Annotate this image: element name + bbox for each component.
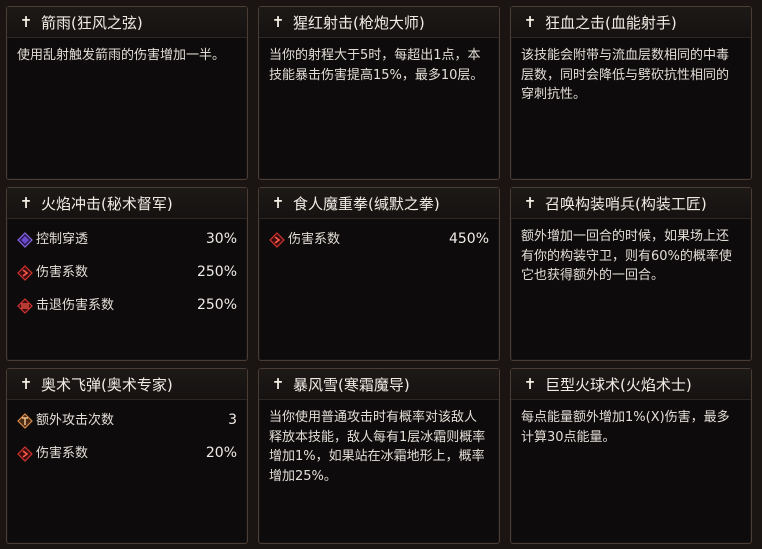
talent-card-giant-fireball[interactable]: ✝ 巨型火球术(火焰术士) 每点能量额外增加1%(X)伤害，最多计算30点能量。 — [510, 368, 752, 544]
talent-card-summon-construct-sentry[interactable]: ✝ 召唤构装哨兵(构装工匠) 额外增加一回合的时候，如果场上还有你的构装守卫，则有… — [510, 187, 752, 361]
stat-value: 250% — [196, 264, 237, 281]
card-title: 食人魔重拳(缄默之拳) — [293, 194, 440, 213]
cross-icon: ✝ — [271, 375, 285, 393]
stat-label: 击退伤害系数 — [36, 298, 115, 314]
talent-card-arrow-rain[interactable]: ✝ 箭雨(狂风之弦) 使用乱射触发箭雨的伤害增加一半。 — [6, 6, 248, 180]
cross-icon: ✝ — [523, 13, 537, 31]
stat-row: 伤害系数 450% — [269, 229, 489, 251]
cross-icon: ✝ — [523, 194, 537, 212]
cross-icon: ✝ — [523, 375, 537, 393]
cross-icon: ✝ — [19, 13, 33, 31]
card-header: ✝ 暴风雪(寒霜魔导) — [259, 369, 499, 400]
cross-icon: ✝ — [271, 13, 285, 31]
stat-row: 伤害系数 20% — [17, 443, 237, 465]
card-header: ✝ 奥术飞弹(奥术专家) — [7, 369, 247, 400]
cross-icon: ✝ — [271, 194, 285, 212]
cross-icon: ✝ — [19, 375, 33, 393]
card-description: 使用乱射触发箭雨的伤害增加一半。 — [17, 48, 226, 63]
card-header: ✝ 食人魔重拳(缄默之拳) — [259, 188, 499, 219]
card-title: 火焰冲击(秘术督军) — [41, 194, 173, 213]
talent-card-flame-blast[interactable]: ✝ 火焰冲击(秘术督军) 控制穿透 30% 伤害系数 250% 击退伤害系数 25 — [6, 187, 248, 361]
damage-coefficient-icon — [17, 265, 33, 281]
stat-value: 250% — [196, 297, 237, 314]
card-title: 暴风雪(寒霜魔导) — [293, 375, 410, 394]
stat-label: 伤害系数 — [36, 265, 89, 281]
card-title: 召唤构装哨兵(构装工匠) — [545, 194, 707, 213]
control-penetration-icon — [17, 232, 33, 248]
stat-row: 控制穿透 30% — [17, 229, 237, 251]
stat-label: 伤害系数 — [288, 232, 341, 248]
stat-row: 额外攻击次数 3 — [17, 410, 237, 432]
cross-icon: ✝ — [19, 194, 33, 212]
card-title: 狂血之击(血能射手) — [545, 13, 677, 32]
card-title: 奥术飞弹(奥术专家) — [41, 375, 173, 394]
card-header: ✝ 火焰冲击(秘术督军) — [7, 188, 247, 219]
card-title: 箭雨(狂风之弦) — [41, 13, 143, 32]
card-header: ✝ 召唤构装哨兵(构装工匠) — [511, 188, 751, 219]
damage-coefficient-icon — [269, 232, 285, 248]
card-description: 当你使用普通攻击时有概率对该敌人释放本技能，敌人每有1层冰霜则概率增加1%，如果… — [269, 410, 486, 484]
talent-card-crimson-shot[interactable]: ✝ 猩红射击(枪炮大师) 当你的射程大于5时，每超出1点，本技能暴击伤害提高15%… — [258, 6, 500, 180]
talent-card-frenzy-blood-strike[interactable]: ✝ 狂血之击(血能射手) 该技能会附带与流血层数相同的中毒层数，同时会降低与劈砍抗… — [510, 6, 752, 180]
card-description: 该技能会附带与流血层数相同的中毒层数，同时会降低与劈砍抗性相同的穿刺抗性。 — [521, 48, 730, 102]
talent-card-arcane-missile[interactable]: ✝ 奥术飞弹(奥术专家) 额外攻击次数 3 伤害系数 20% — [6, 368, 248, 544]
talent-card-blizzard[interactable]: ✝ 暴风雪(寒霜魔导) 当你使用普通攻击时有概率对该敌人释放本技能，敌人每有1层冰… — [258, 368, 500, 544]
talent-card-ogre-punch[interactable]: ✝ 食人魔重拳(缄默之拳) 伤害系数 450% — [258, 187, 500, 361]
card-title: 猩红射击(枪炮大师) — [293, 13, 425, 32]
card-header: ✝ 猩红射击(枪炮大师) — [259, 7, 499, 38]
card-title: 巨型火球术(火焰术士) — [545, 375, 692, 394]
damage-coefficient-icon — [17, 446, 33, 462]
card-description: 每点能量额外增加1%(X)伤害，最多计算30点能量。 — [521, 410, 730, 445]
stat-value: 450% — [448, 231, 489, 248]
card-header: ✝ 巨型火球术(火焰术士) — [511, 369, 751, 400]
stat-label: 控制穿透 — [36, 232, 89, 248]
card-description: 额外增加一回合的时候，如果场上还有你的构装守卫，则有60%的概率使它也获得额外的… — [521, 229, 732, 283]
card-header: ✝ 箭雨(狂风之弦) — [7, 7, 247, 38]
stat-label: 伤害系数 — [36, 446, 89, 462]
stat-label: 额外攻击次数 — [36, 413, 115, 429]
stat-row: 击退伤害系数 250% — [17, 295, 237, 317]
stat-row: 伤害系数 250% — [17, 262, 237, 284]
stat-value: 20% — [205, 445, 237, 462]
stat-value: 3 — [228, 412, 237, 429]
card-header: ✝ 狂血之击(血能射手) — [511, 7, 751, 38]
knockback-damage-icon — [17, 298, 33, 314]
card-description: 当你的射程大于5时，每超出1点，本技能暴击伤害提高15%，最多10层。 — [269, 48, 484, 83]
stat-value: 30% — [205, 231, 237, 248]
extra-attack-icon — [17, 413, 33, 429]
